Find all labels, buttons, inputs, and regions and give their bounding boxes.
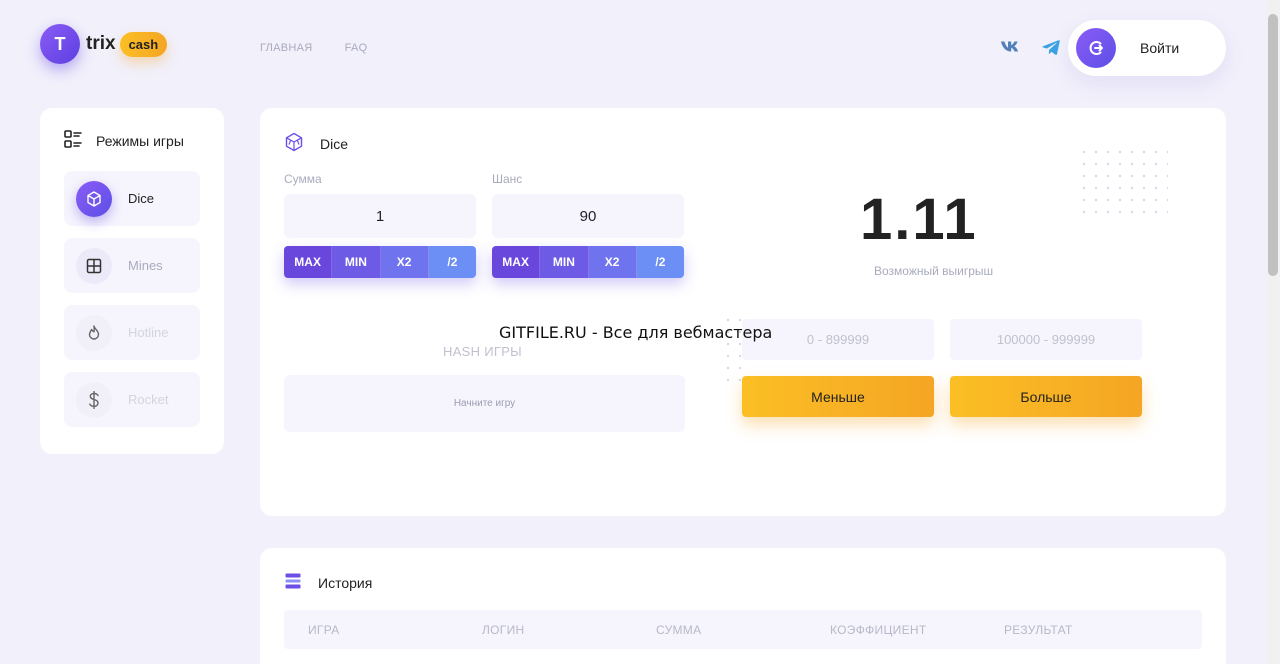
logo-pill: cash — [119, 31, 168, 57]
history-title: История — [284, 572, 372, 593]
scrollbar-thumb[interactable] — [1268, 14, 1278, 276]
sidebar-item-mines[interactable]: Mines — [64, 238, 200, 293]
dice-game-card: Dice Сумма 1 MAX MIN X2 /2 Шанс 90 MAX M… — [260, 108, 1226, 516]
login-icon — [1076, 28, 1116, 68]
chance-x2-button[interactable]: X2 — [588, 246, 637, 278]
login-button[interactable]: Войти — [1068, 20, 1226, 76]
dollar-icon — [76, 381, 112, 418]
amount-label: Сумма — [284, 172, 322, 186]
top-nav: ГЛАВНАЯ FAQ — [260, 42, 367, 54]
nav-link-home[interactable]: ГЛАВНАЯ — [260, 42, 313, 54]
list-icon — [64, 130, 82, 151]
sidebar-item-label: Hotline — [128, 325, 169, 340]
amount-input[interactable]: 1 — [284, 194, 476, 238]
column-header-amount: СУММА — [656, 622, 702, 637]
range-high: 100000 - 999999 — [950, 319, 1142, 360]
chance-buttons: MAX MIN X2 /2 — [492, 246, 684, 278]
chance-half-button[interactable]: /2 — [636, 246, 684, 278]
mines-grid-icon — [76, 247, 112, 284]
login-label: Войти — [1140, 40, 1180, 56]
sidebar-item-rocket[interactable]: Rocket — [64, 372, 200, 427]
watermark-text: GITFILE.RU - Все для вебмастера — [499, 323, 773, 342]
sidebar-item-dice[interactable]: Dice — [64, 171, 200, 226]
sidebar: Режимы игры Dice Mines Hotline Rocket — [40, 108, 224, 454]
hash-title: HASH ИГРЫ — [443, 344, 522, 359]
amount-x2-button[interactable]: X2 — [380, 246, 429, 278]
history-stack-icon — [284, 572, 302, 593]
bet-less-button[interactable]: Меньше — [742, 376, 934, 417]
decor-dots — [1078, 146, 1168, 216]
chance-max-button[interactable]: MAX — [492, 246, 541, 278]
amount-half-button[interactable]: /2 — [428, 246, 476, 278]
social-links — [1000, 36, 1062, 58]
bet-more-button[interactable]: Больше — [950, 376, 1142, 417]
flame-icon — [76, 314, 112, 351]
chance-input[interactable]: 90 — [492, 194, 684, 238]
amount-max-button[interactable]: MAX — [284, 246, 333, 278]
sidebar-item-label: Mines — [128, 258, 163, 273]
sidebar-item-label: Dice — [128, 191, 155, 206]
multiplier-value: 1.11 — [860, 187, 978, 252]
amount-min-button[interactable]: MIN — [332, 246, 381, 278]
amount-buttons: MAX MIN X2 /2 — [284, 246, 476, 278]
game-title-label: Dice — [320, 135, 349, 152]
dice-icon — [76, 180, 112, 217]
sidebar-item-hotline[interactable]: Hotline — [64, 305, 200, 360]
hash-value: Начните игру — [284, 375, 685, 432]
history-title-label: История — [318, 574, 373, 591]
column-header-result: РЕЗУЛЬТАТ — [1004, 622, 1073, 637]
chance-label: Шанс — [492, 172, 523, 186]
game-title: Dice — [284, 132, 348, 155]
column-header-coefficient: КОЭФФИЦИЕНТ — [830, 622, 927, 637]
multiplier-label: Возможный выигрыш — [874, 264, 994, 278]
nav-link-faq[interactable]: FAQ — [345, 42, 368, 54]
logo-word: trix — [86, 33, 116, 54]
logo-badge: T — [40, 24, 80, 64]
vk-icon[interactable] — [1000, 36, 1022, 58]
sidebar-item-label: Rocket — [128, 392, 169, 407]
logo[interactable]: T trix cash — [40, 24, 168, 64]
column-header-login: ЛОГИН — [482, 622, 525, 637]
column-header-game: ИГРА — [308, 622, 340, 637]
history-card: История ИГРА ЛОГИН СУММА КОЭФФИЦИЕНТ РЕЗ… — [260, 548, 1226, 664]
page-scrollbar[interactable] — [1266, 0, 1280, 664]
chance-min-button[interactable]: MIN — [540, 246, 589, 278]
dice-icon — [284, 132, 304, 155]
sidebar-title-label: Режимы игры — [96, 132, 184, 149]
telegram-icon[interactable] — [1040, 36, 1062, 58]
sidebar-title: Режимы игры — [64, 130, 200, 151]
history-table-header: ИГРА ЛОГИН СУММА КОЭФФИЦИЕНТ РЕЗУЛЬТАТ — [284, 610, 1202, 649]
